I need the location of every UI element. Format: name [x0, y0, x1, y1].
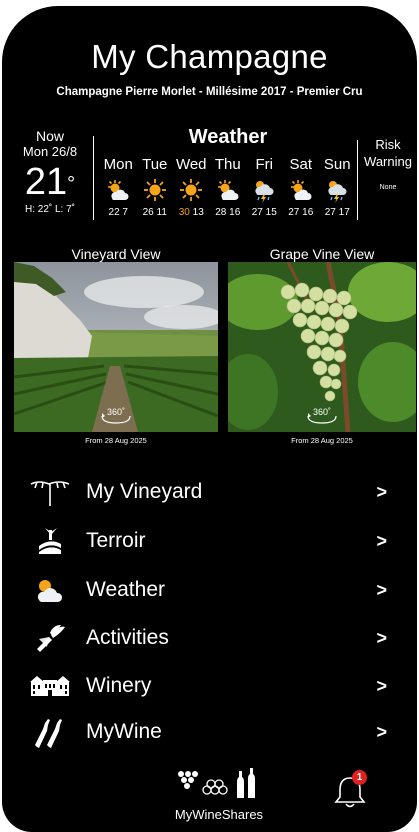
weather-forecast[interactable]: Mon 22 7 Tue 26 11 Wed 30 13 Thu 28 16 F… — [100, 156, 356, 220]
pruning-shears-icon — [28, 620, 72, 656]
day-name: Wed — [175, 156, 207, 173]
day-temps: 26 11 — [142, 207, 167, 218]
grape-view-photo[interactable]: 360˚ — [228, 262, 416, 432]
chevron-right-icon: > — [376, 627, 387, 648]
wine-bottles-icon — [28, 714, 72, 750]
day-name: Sat — [289, 156, 312, 173]
grapes-rings-bottles-icon — [178, 768, 255, 798]
terroir-icon — [28, 523, 72, 559]
chevron-right-icon: > — [376, 579, 387, 600]
partly-sunny-icon — [100, 176, 137, 204]
day-temps: 27 15 — [251, 207, 277, 218]
risk-warning[interactable]: Risk Warning None — [362, 136, 414, 191]
risk-label: Risk Warning — [364, 137, 412, 169]
menu-label: Terroir — [86, 529, 146, 552]
current-weather[interactable]: Now Mon 26/8 21° H: 22˚ L: 7˚ — [12, 128, 88, 215]
chevron-right-icon: > — [376, 721, 387, 742]
360-view-icon: 360˚ — [101, 407, 131, 424]
day-temps: 27 17 — [324, 207, 350, 218]
chevron-right-icon: > — [376, 481, 387, 502]
day-name: Mon — [103, 156, 133, 173]
risk-value: None — [379, 184, 397, 191]
divider — [357, 140, 358, 220]
vine-icon — [28, 474, 72, 510]
now-temperature: 21° — [24, 161, 76, 203]
forecast-day[interactable]: Tue 26 11 — [137, 156, 174, 220]
sun-icon — [173, 176, 210, 204]
day-name: Thu — [214, 156, 241, 173]
divider — [93, 136, 94, 220]
chevron-right-icon: > — [376, 530, 387, 551]
grape-view-label: Grape Vine View — [269, 246, 375, 262]
menu-label: Winery — [86, 674, 152, 697]
menu-label: Weather — [86, 578, 165, 601]
menu-label: Activities — [86, 626, 169, 649]
vineyard-view-label: Vineyard View — [71, 246, 161, 262]
menu-item-terroir[interactable]: Terroir > — [2, 521, 417, 561]
app-screen: My Champagne Champagne Pierre Morlet - M… — [2, 6, 417, 832]
sun-icon — [137, 176, 174, 204]
mywineshares-label: MyWineShares — [174, 807, 264, 822]
360-view-icon: 360˚ — [307, 407, 337, 424]
menu-item-my-vineyard[interactable]: My Vineyard > — [2, 472, 417, 512]
notification-count-badge: 1 — [352, 770, 367, 785]
day-name: Fri — [255, 156, 274, 173]
forecast-day[interactable]: Wed 30 13 — [173, 156, 210, 220]
weather-heading: Weather — [188, 126, 268, 148]
360-badge-text: 360˚ — [107, 407, 125, 417]
grape-view-date: From 28 Aug 2025 — [291, 436, 353, 445]
day-temps: 27 16 — [288, 207, 314, 218]
day-temps: 30 13 — [178, 207, 204, 218]
forecast-day[interactable]: Sat 27 16 — [283, 156, 320, 220]
chevron-right-icon: > — [376, 675, 387, 696]
vineyard-view-date: From 28 Aug 2025 — [85, 436, 147, 445]
menu-item-mywine[interactable]: MyWine > — [2, 712, 417, 752]
app-title: My Champagne — [91, 38, 328, 75]
360-badge-text: 360˚ — [313, 407, 331, 417]
notifications-button[interactable]: 1 — [327, 766, 373, 814]
menu-label: My Vineyard — [86, 480, 203, 503]
app-subtitle: Champagne Pierre Morlet - Millésime 2017… — [56, 86, 363, 98]
partly-sunny-icon — [210, 176, 247, 204]
forecast-day[interactable]: Fri 27 15 — [246, 156, 283, 220]
day-temps: 28 16 — [215, 207, 241, 218]
storm-icon — [246, 176, 283, 204]
day-name: Tue — [142, 156, 168, 173]
forecast-day[interactable]: Sun 27 17 — [319, 156, 356, 220]
day-temps: 22 7 — [108, 207, 128, 218]
mywineshares-button[interactable]: MyWineShares — [167, 768, 271, 822]
now-high-low: H: 22˚ L: 7˚ — [24, 204, 76, 215]
now-date: Mon 26/8 — [22, 144, 78, 159]
winery-building-icon — [28, 668, 72, 704]
now-label: Now — [35, 128, 64, 144]
day-name: Sun — [323, 156, 351, 173]
storm-icon — [319, 176, 356, 204]
menu-label: MyWine — [86, 720, 162, 743]
forecast-day[interactable]: Thu 28 16 — [210, 156, 247, 220]
menu-item-activities[interactable]: Activities > — [2, 618, 417, 658]
menu-item-weather[interactable]: Weather > — [2, 570, 417, 610]
cloud-sun-icon — [28, 572, 72, 608]
menu-item-winery[interactable]: Winery > — [2, 666, 417, 706]
vineyard-view-photo[interactable]: 360˚ — [14, 262, 218, 432]
partly-sunny-icon — [283, 176, 320, 204]
forecast-day[interactable]: Mon 22 7 — [100, 156, 137, 220]
